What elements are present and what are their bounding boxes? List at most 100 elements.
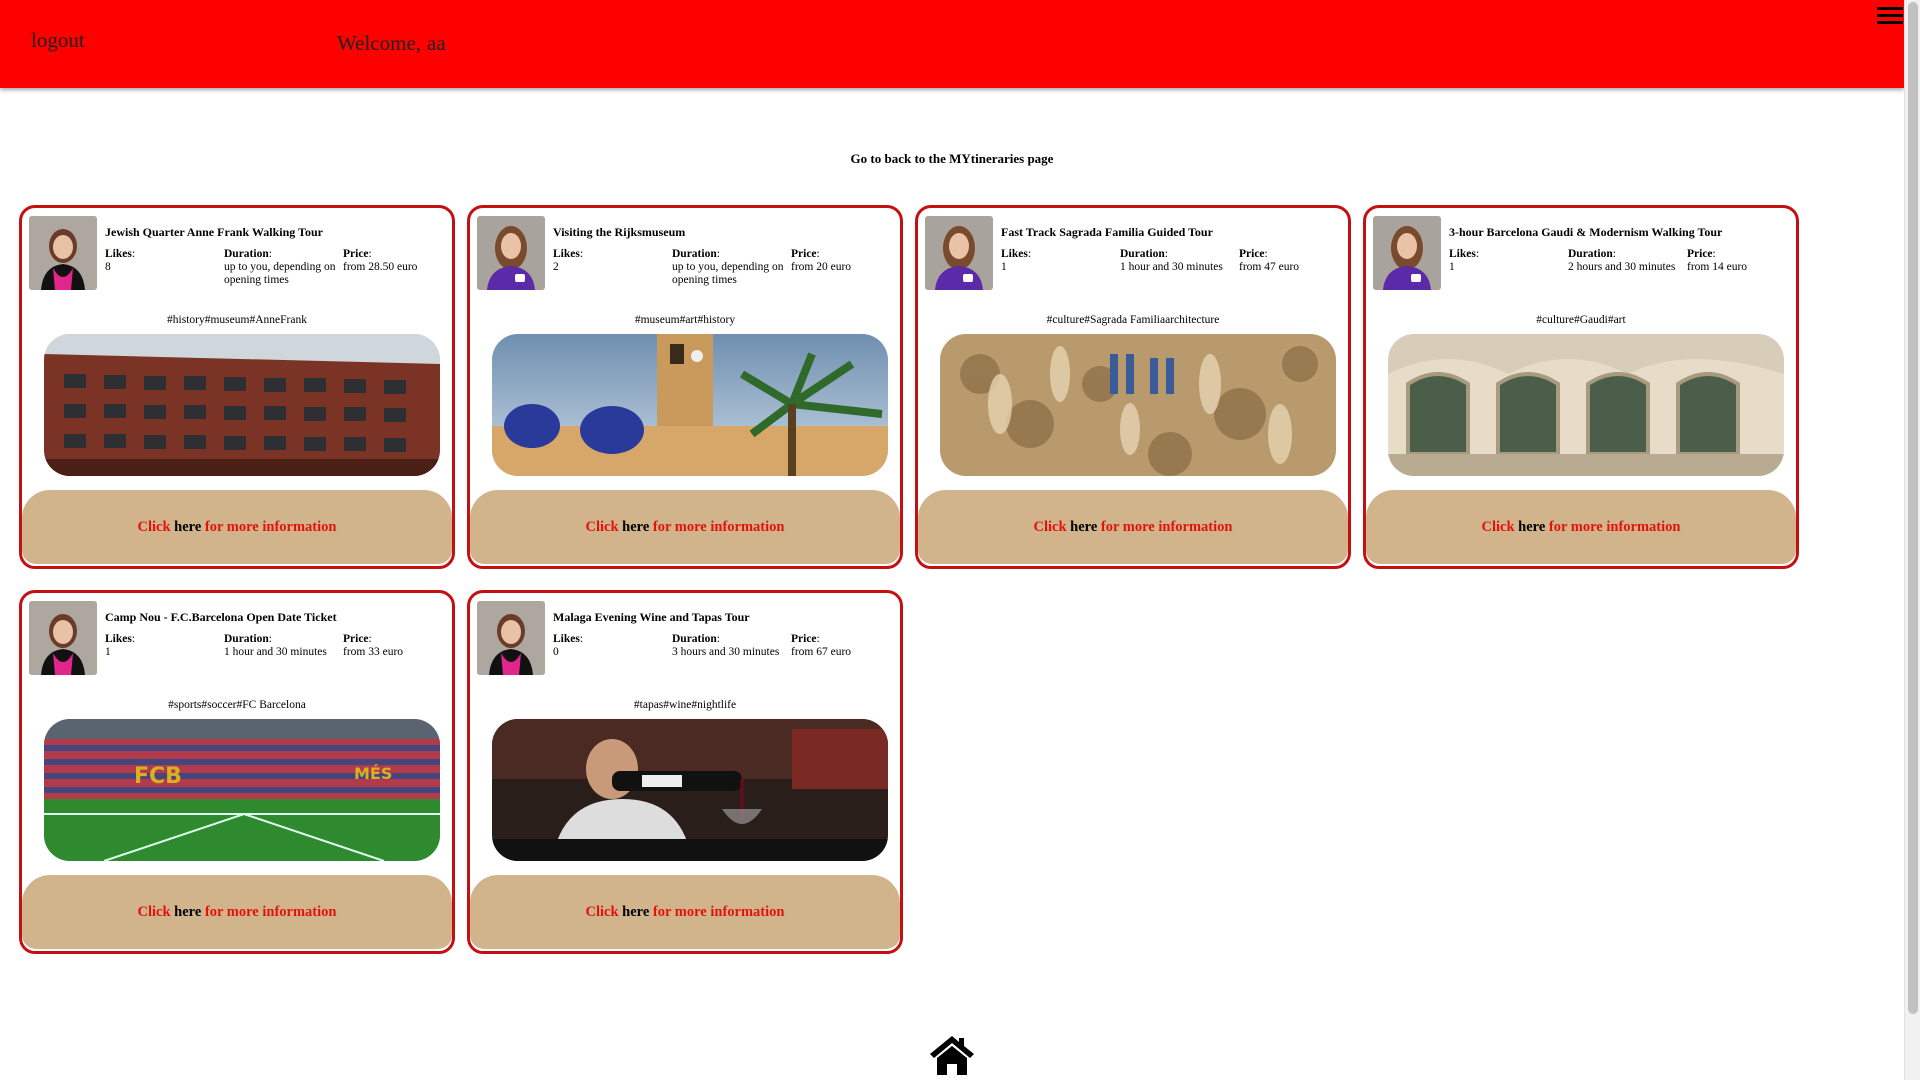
here-link[interactable]: here bbox=[1518, 519, 1545, 535]
itinerary-tags: #history#museum#AnneFrank bbox=[167, 314, 307, 326]
back-to-mytineraries-link[interactable]: Go to back to the MYtineraries page bbox=[0, 151, 1904, 167]
price-label: Price bbox=[791, 633, 817, 645]
itinerary-stats: Likes: 1 Duration: 2 hours and 30 minutes … bbox=[1449, 248, 1789, 274]
likes-value: 8 bbox=[105, 261, 111, 273]
itinerary-stats: Likes: 0 Duration: 3 hours and 30 minutes … bbox=[553, 633, 893, 659]
itinerary-tags: #museum#art#history bbox=[634, 314, 736, 326]
itinerary-card: 3-hour Barcelona Gaudi & Modernism Walki… bbox=[1363, 205, 1799, 569]
itinerary-tags: #culture#Sagrada Familiaarchitecture bbox=[1046, 314, 1220, 326]
price-stat: Price: from 47 euro bbox=[1239, 248, 1300, 273]
click-text: Click bbox=[1481, 519, 1515, 535]
svg-text:FCB: FCB bbox=[134, 764, 182, 789]
more-info-text: for more information bbox=[204, 904, 337, 920]
more-info-link[interactable]: Click here for more information bbox=[918, 519, 1348, 536]
itinerary-stats: Likes: 1 Duration: 1 hour and 30 minutes P… bbox=[1001, 248, 1341, 274]
itinerary-title: Fast Track Sagrada Familia Guided Tour bbox=[1001, 225, 1213, 239]
duration-label: Duration bbox=[224, 633, 269, 645]
duration-stat: Duration: 1 hour and 30 minutes bbox=[1120, 248, 1223, 273]
more-info-link[interactable]: Click here for more information bbox=[470, 904, 900, 921]
home-icon[interactable] bbox=[928, 1034, 976, 1076]
likes-value: 2 bbox=[553, 261, 559, 273]
more-info-text: for more information bbox=[1548, 519, 1681, 535]
username: aa bbox=[427, 31, 446, 55]
more-info-text: for more information bbox=[204, 519, 337, 535]
logout-link[interactable]: logout bbox=[31, 28, 85, 53]
likes-label: Likes bbox=[105, 633, 132, 645]
duration-stat: Duration: up to you, depending on opening… bbox=[672, 248, 784, 286]
itinerary-tags: #culture#Gaudi#art bbox=[1536, 314, 1626, 326]
duration-value: up to you, depending on opening times bbox=[224, 261, 336, 286]
likes-stat: Likes: 1 bbox=[105, 633, 136, 658]
itinerary-tags: #sports#soccer#FC Barcelona bbox=[168, 699, 306, 711]
duration-label: Duration bbox=[224, 248, 269, 260]
guide-avatar bbox=[29, 601, 97, 675]
more-info-link[interactable]: Click here for more information bbox=[470, 519, 900, 536]
click-text: Click bbox=[585, 904, 619, 920]
price-value: from 67 euro bbox=[791, 646, 852, 658]
top-header: logout Welcome, aa bbox=[0, 0, 1904, 88]
price-stat: Price: from 14 euro bbox=[1687, 248, 1748, 273]
likes-label: Likes bbox=[553, 248, 580, 260]
price-value: from 28.50 euro bbox=[343, 261, 418, 273]
likes-value: 0 bbox=[553, 646, 559, 658]
here-link[interactable]: here bbox=[622, 904, 649, 920]
duration-value: up to you, depending on opening times bbox=[672, 261, 784, 286]
itinerary-title: Visiting the Rijksmuseum bbox=[553, 225, 686, 239]
welcome-message: Welcome, aa bbox=[337, 31, 446, 56]
price-label: Price bbox=[791, 248, 817, 260]
hamburger-menu-icon[interactable] bbox=[1877, 4, 1903, 28]
likes-value: 1 bbox=[105, 646, 111, 658]
more-info-text: for more information bbox=[652, 904, 785, 920]
svg-text:MÉS: MÉS bbox=[354, 764, 392, 783]
sagrada-facade-photo bbox=[940, 334, 1336, 476]
duration-value: 3 hours and 30 minutes bbox=[672, 646, 780, 658]
price-stat: Price: from 20 euro bbox=[791, 248, 852, 273]
itinerary-card: Fast Track Sagrada Familia Guided Tour L… bbox=[915, 205, 1351, 569]
duration-label: Duration bbox=[1120, 248, 1165, 260]
itinerary-card: Visiting the Rijksmuseum Likes: 2 Duratio… bbox=[467, 205, 903, 569]
price-label: Price bbox=[343, 248, 369, 260]
likes-label: Likes bbox=[105, 248, 132, 260]
itinerary-stats: Likes: 2 Duration: up to you, depending on… bbox=[553, 248, 893, 287]
duration-stat: Duration: 2 hours and 30 minutes bbox=[1568, 248, 1676, 273]
more-info-link[interactable]: Click here for more information bbox=[22, 519, 452, 536]
vertical-scrollbar[interactable] bbox=[1904, 0, 1920, 1080]
likes-value: 1 bbox=[1001, 261, 1007, 273]
itinerary-card: Malaga Evening Wine and Tapas Tour Likes… bbox=[467, 590, 903, 954]
here-link[interactable]: here bbox=[174, 904, 201, 920]
here-link[interactable]: here bbox=[622, 519, 649, 535]
duration-stat: Duration: 3 hours and 30 minutes bbox=[672, 633, 780, 658]
likes-label: Likes bbox=[1001, 248, 1028, 260]
duration-label: Duration bbox=[672, 248, 717, 260]
price-value: from 14 euro bbox=[1687, 261, 1748, 273]
price-stat: Price: from 67 euro bbox=[791, 633, 852, 658]
stadium-photo: FCB MÉS bbox=[44, 719, 440, 861]
click-text: Click bbox=[137, 904, 171, 920]
price-value: from 20 euro bbox=[791, 261, 852, 273]
more-info-text: for more information bbox=[1100, 519, 1233, 535]
duration-value: 1 hour and 30 minutes bbox=[1120, 261, 1223, 273]
itinerary-title: Jewish Quarter Anne Frank Walking Tour bbox=[105, 225, 323, 239]
itinerary-title: Camp Nou - F.C.Barcelona Open Date Ticke… bbox=[105, 610, 337, 624]
here-link[interactable]: here bbox=[1070, 519, 1097, 535]
more-info-text: for more information bbox=[652, 519, 785, 535]
here-link[interactable]: here bbox=[174, 519, 201, 535]
price-label: Price bbox=[1239, 248, 1265, 260]
likes-stat: Likes: 1 bbox=[1449, 248, 1480, 273]
itinerary-card: Camp Nou - F.C.Barcelona Open Date Ticke… bbox=[19, 590, 455, 954]
more-info-link[interactable]: Click here for more information bbox=[1366, 519, 1796, 536]
price-label: Price bbox=[1687, 248, 1713, 260]
duration-value: 2 hours and 30 minutes bbox=[1568, 261, 1676, 273]
guide-avatar bbox=[29, 216, 97, 290]
likes-value: 1 bbox=[1449, 261, 1455, 273]
price-value: from 33 euro bbox=[343, 646, 404, 658]
itinerary-stats: Likes: 8 Duration: up to you, depending on… bbox=[105, 248, 445, 287]
brick-building-photo bbox=[44, 334, 440, 476]
guide-avatar bbox=[477, 601, 545, 675]
church-tower-palm-photo bbox=[492, 334, 888, 476]
likes-label: Likes bbox=[1449, 248, 1476, 260]
more-info-link[interactable]: Click here for more information bbox=[22, 904, 452, 921]
scrollbar-thumb[interactable] bbox=[1908, 2, 1918, 1014]
wine-pour-photo bbox=[492, 719, 888, 861]
click-text: Click bbox=[137, 519, 171, 535]
